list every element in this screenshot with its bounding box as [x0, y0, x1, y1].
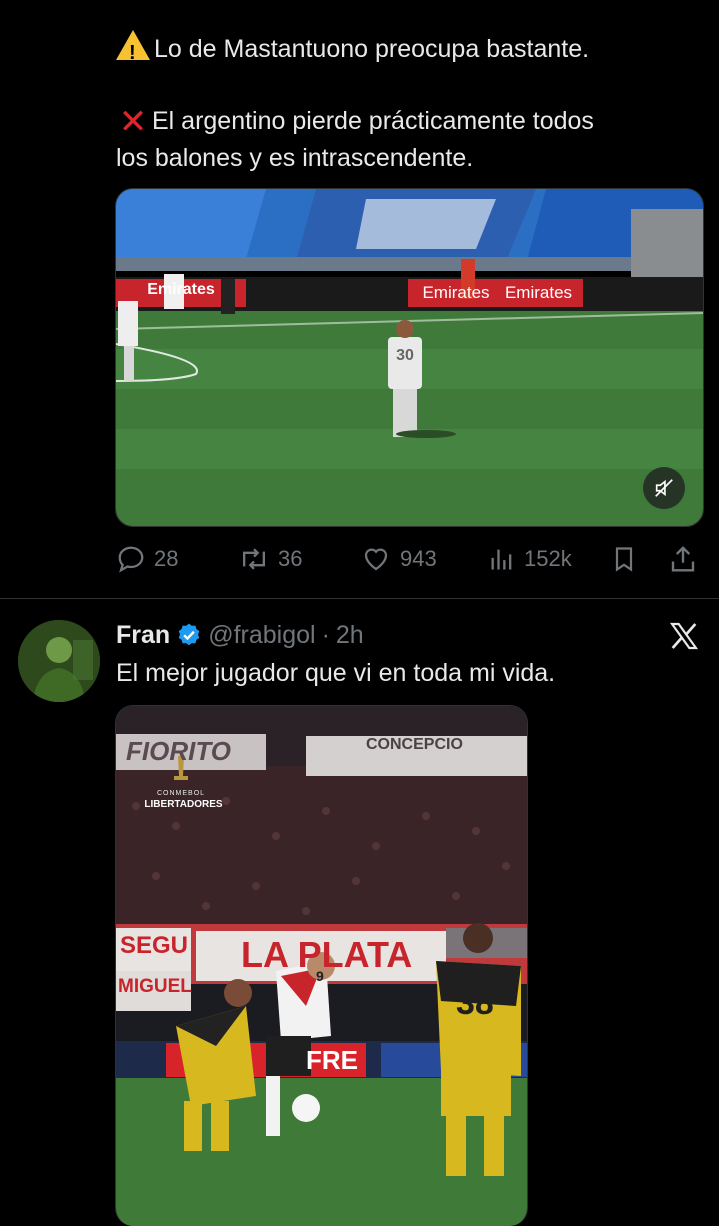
tweet-1-actions: 28 36 943 152k — [116, 540, 706, 578]
x-icon — [669, 622, 699, 650]
tweet-2-media[interactable]: CONMEBOL LIBERTADORES FIORITO CONCEPCIO … — [115, 705, 528, 1226]
x-logo-icon[interactable] — [668, 620, 702, 654]
libertadores-logo-text: LIBERTADORES — [144, 799, 223, 810]
heart-icon — [364, 548, 388, 571]
share-icon — [671, 546, 695, 572]
tweet-2-header: Fran @frabigol · 2h — [116, 617, 364, 653]
views-count: 152k — [524, 546, 572, 571]
separator-dot: · — [321, 620, 330, 649]
tweet-1-video[interactable]: Emirates Emirates Emirates 30 — [115, 188, 704, 527]
banner-la-plata: LA PLATA — [241, 934, 413, 975]
banner-concepcion: CONCEPCIO — [366, 736, 463, 753]
repost-button[interactable]: 36 — [238, 544, 302, 574]
ad-banner-right: Emirates — [504, 283, 573, 302]
share-button[interactable] — [668, 544, 698, 574]
player-number: 30 — [396, 347, 414, 364]
sponsor-board: FRE — [306, 1045, 358, 1075]
tweet-1-line-2: ✕ El argentino pierde prácticamente todos — [116, 103, 706, 140]
like-count: 943 — [400, 546, 437, 571]
reply-button[interactable]: 28 — [116, 544, 178, 574]
user-handle[interactable]: @frabigol — [208, 621, 315, 650]
banner-miguel: MIGUEL — [118, 976, 192, 997]
avatar-image — [18, 620, 100, 702]
tweet-divider — [0, 598, 719, 599]
mute-icon — [655, 479, 673, 497]
views-icon — [491, 549, 512, 570]
cross-mark-icon: ✕ — [118, 103, 148, 141]
warning-icon — [116, 30, 150, 71]
reply-icon — [118, 546, 144, 573]
player-number-left: 9 — [316, 968, 324, 984]
like-button[interactable]: 943 — [360, 544, 437, 574]
banner-fiorito: FIORITO — [126, 736, 231, 766]
ad-banner-left: Emirates — [147, 281, 215, 298]
repost-count: 36 — [278, 546, 303, 571]
views-button[interactable]: 152k — [488, 545, 572, 573]
verified-badge-icon — [178, 623, 200, 646]
player-number-right: 38 — [456, 984, 494, 1022]
mute-button[interactable] — [643, 467, 685, 509]
tweet-1-text: Lo de Mastantuono preocupa bastante. ✕El… — [116, 30, 706, 176]
reply-count: 28 — [154, 546, 179, 571]
timestamp[interactable]: 2h — [336, 621, 364, 650]
conmebol-logo-text: CONMEBOL — [156, 790, 206, 797]
bookmark-icon — [615, 547, 633, 572]
avatar[interactable] — [18, 620, 100, 702]
tweet-2-text: El mejor jugador que vi en toda mi vida. — [116, 659, 556, 687]
banner-segu: SEGU — [120, 932, 189, 959]
repost-icon — [242, 548, 266, 570]
tweet-1-line-3: los balones y es intrascendente. — [116, 144, 474, 172]
ad-banner-mid: Emirates — [422, 283, 490, 302]
bookmark-button[interactable] — [610, 544, 638, 574]
tweet-1-line-1: Lo de Mastantuono preocupa bastante. — [116, 30, 706, 71]
display-name[interactable]: Fran — [116, 621, 170, 650]
